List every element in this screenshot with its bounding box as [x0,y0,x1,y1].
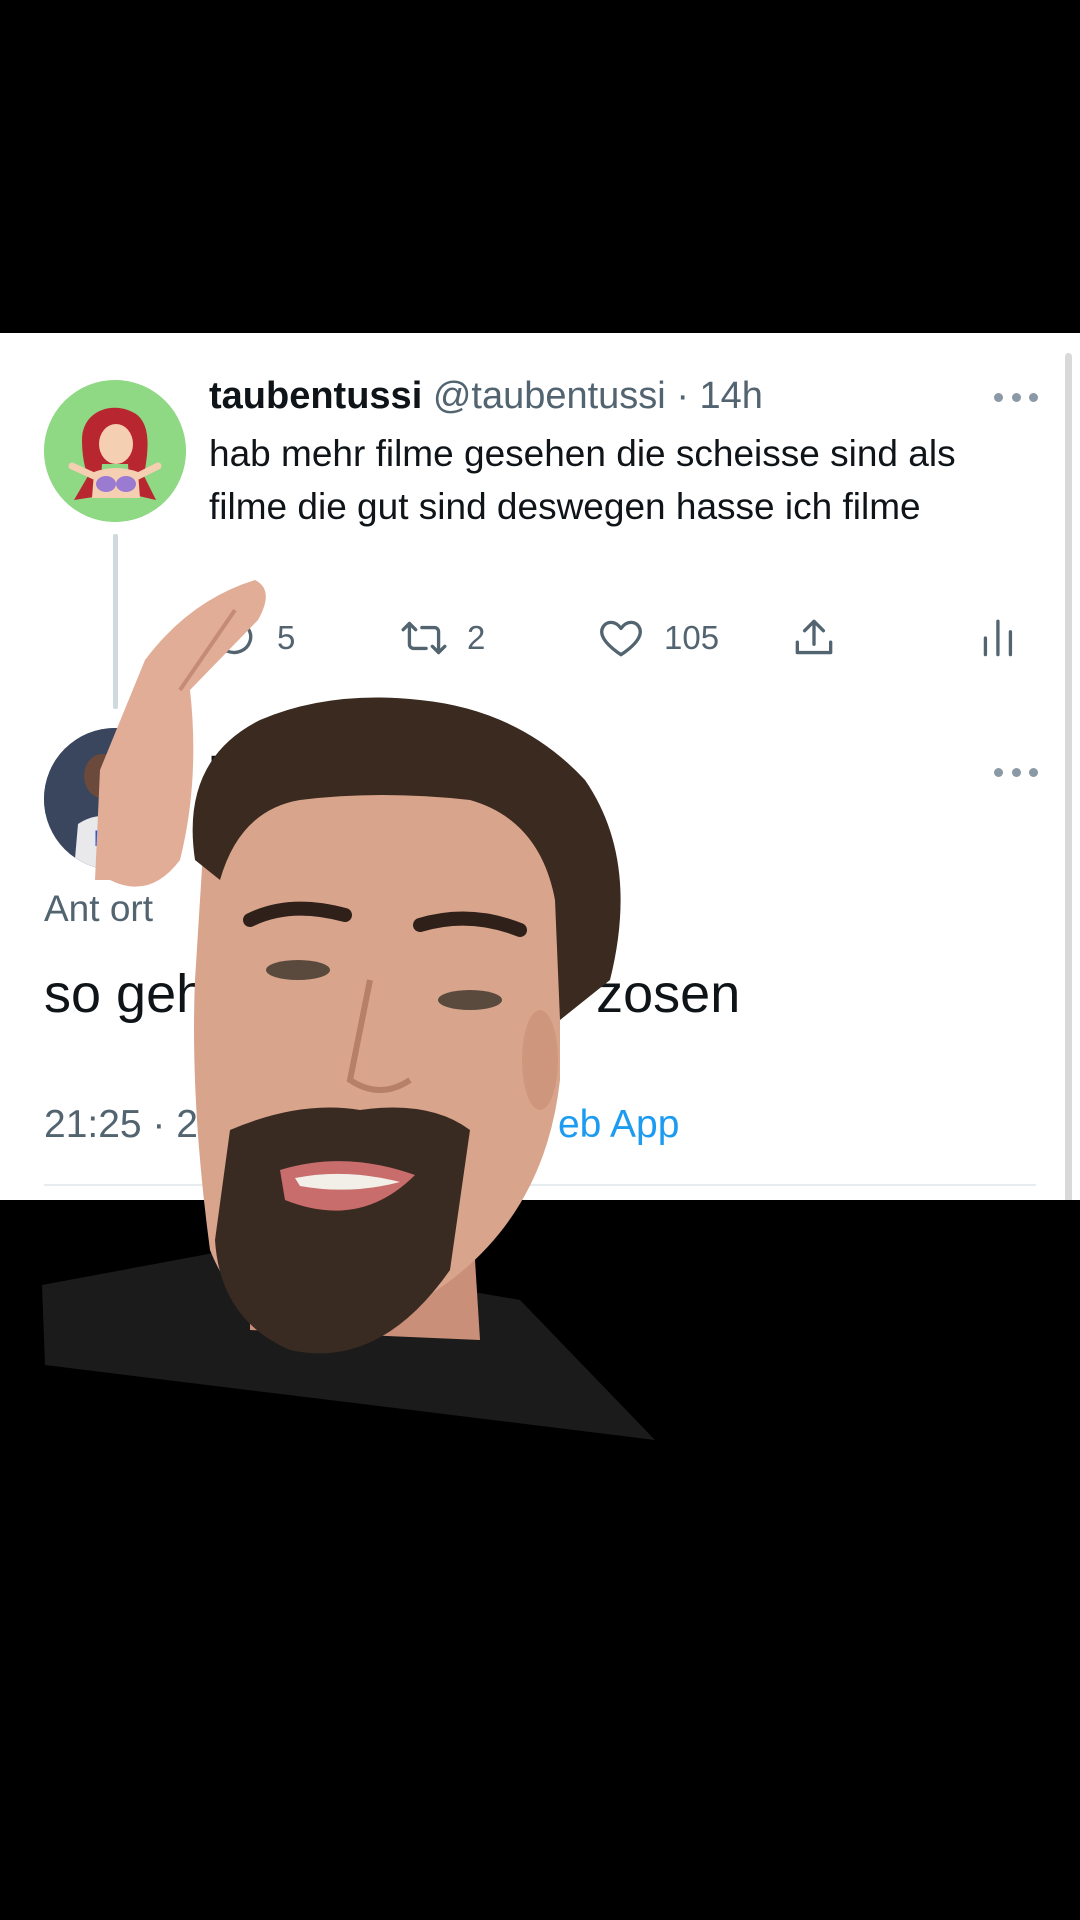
analytics-button[interactable] [975,608,1025,668]
like-button[interactable]: 105 [596,608,719,668]
reply-count: 5 [277,619,296,656]
reply-more-icon[interactable] [994,766,1038,778]
more-icon[interactable] [994,391,1038,403]
reply-meta: 21:25 · 2 eb App [44,1103,679,1147]
author-name[interactable]: taubentussi [209,375,422,417]
share-icon [795,619,833,655]
reply-icon [215,619,253,657]
reply-author-avatar[interactable]: NY [44,728,186,870]
reply-button[interactable]: 5 [209,608,295,668]
reply-text: so geh zosen [44,963,740,1025]
share-button[interactable] [789,608,839,668]
reply-author-name[interactable]: Mi [209,749,251,792]
retweet-button[interactable]: 2 [399,608,485,668]
tweet-header: taubentussi @taubentussi · 14h [209,373,763,419]
tweet-actions: 5 2 105 [209,608,1039,668]
author-handle[interactable]: @taubentussi [433,375,666,417]
tweet-text: hab mehr filme gesehen die scheisse sind… [209,433,956,527]
reply-text-start: so geh [44,964,207,1024]
reply-text-end: zosen [596,964,741,1024]
like-count: 105 [664,619,720,656]
like-icon [600,620,642,657]
divider [44,1184,1036,1186]
ariel-avatar-icon [44,380,186,522]
svg-text:NY: NY [94,826,125,851]
scrollbar[interactable] [1065,353,1072,1200]
reply-avatar-photo: NY [44,728,186,870]
thread-line [113,534,118,709]
tweet-card: taubentussi @taubentussi · 14h hab mehr … [0,333,1080,1200]
author-avatar[interactable] [44,380,186,522]
reply-time: 21:25 · 2 [44,1103,198,1146]
reply-source[interactable]: eb App [558,1103,679,1146]
retweet-icon [401,621,447,655]
reply-author-handle[interactable]: @ [209,801,246,843]
tweet-age[interactable]: 14h [700,375,763,417]
replying-to-label: Ant ort [44,888,153,929]
analytics-icon [983,619,1013,657]
header-separator: · [676,375,689,417]
retweet-count: 2 [467,619,486,656]
